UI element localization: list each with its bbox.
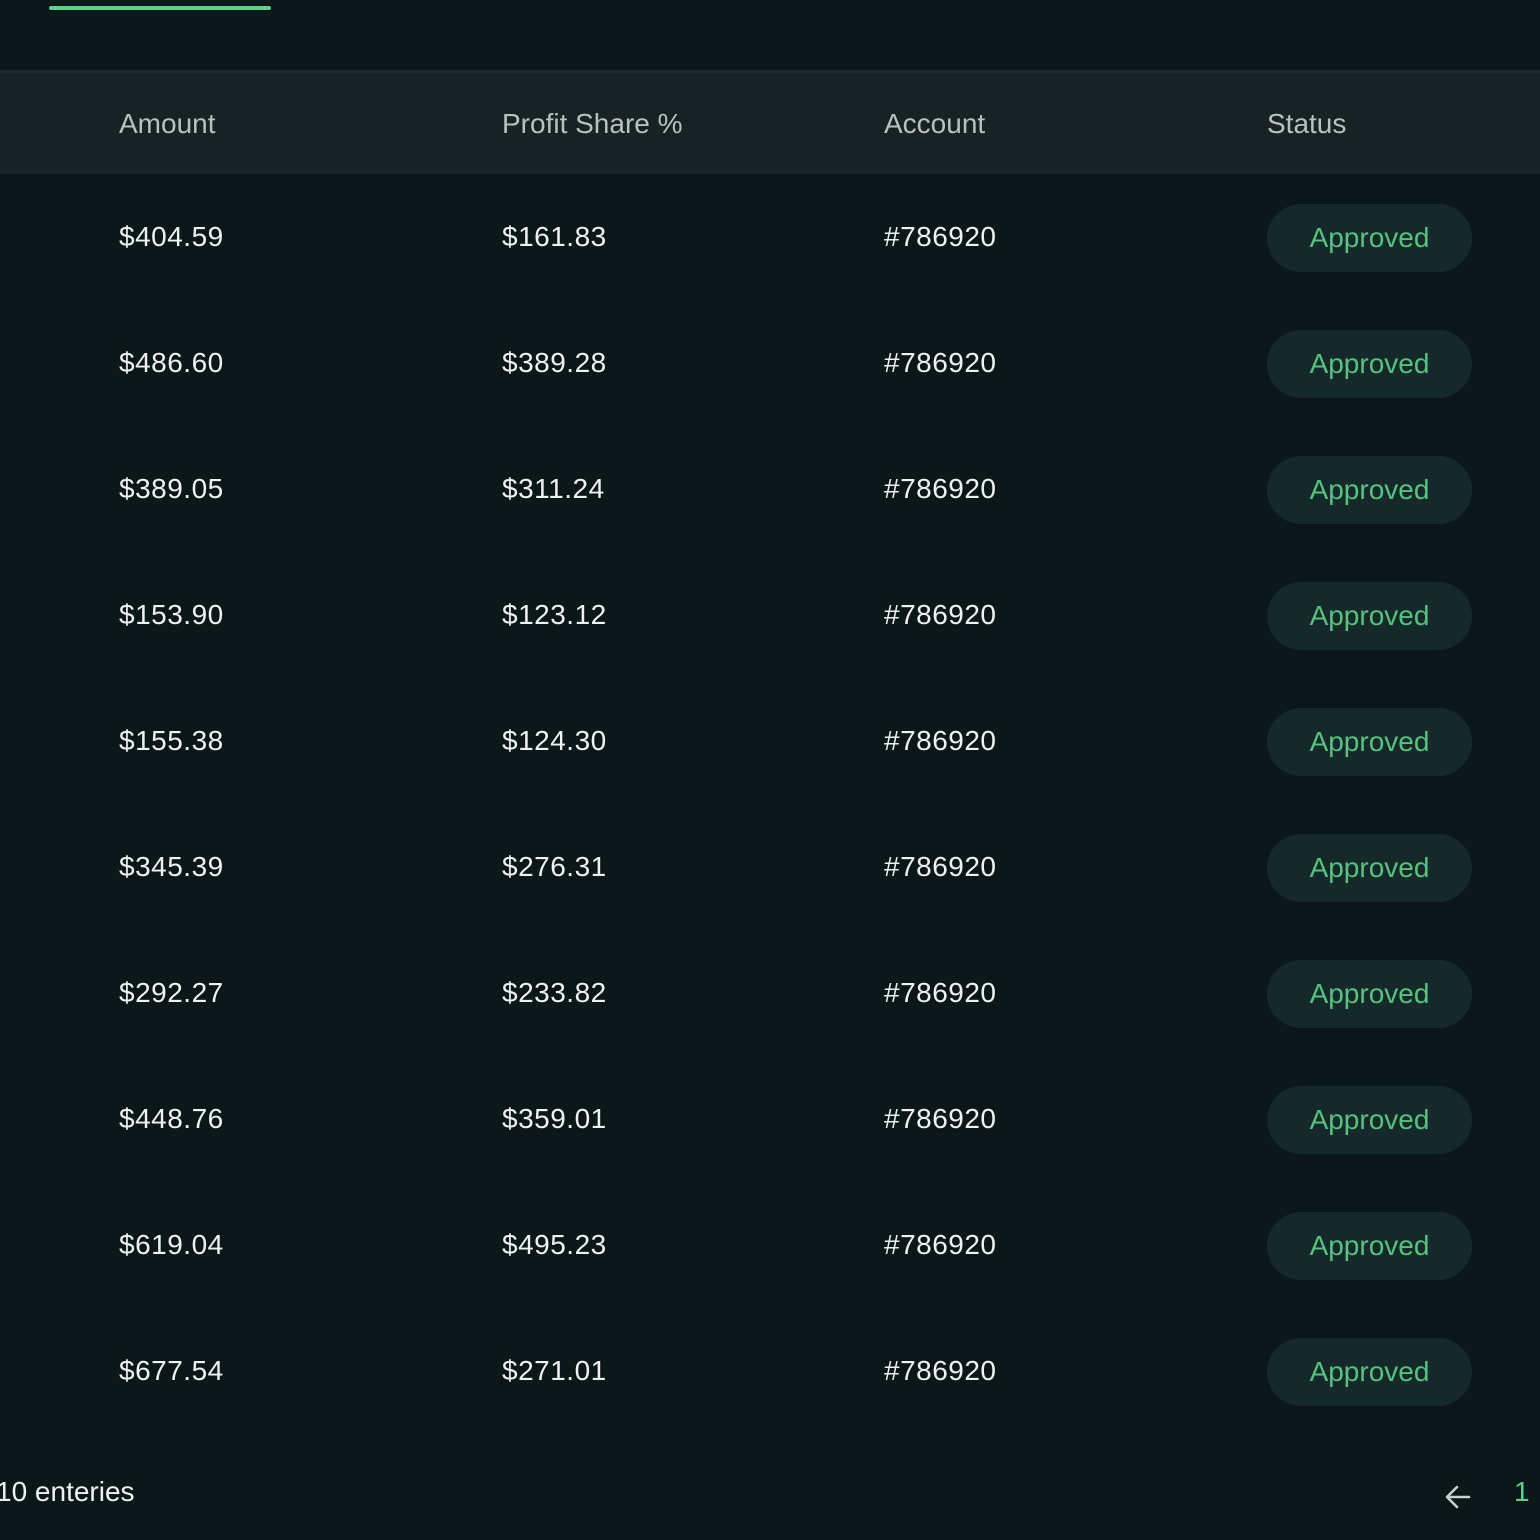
table-row: $619.04 $495.23 #786920 Approved <box>0 1182 1540 1308</box>
header-status: Status <box>1267 108 1347 139</box>
status-badge: Approved <box>1267 1212 1472 1280</box>
header-profit-share: Profit Share % <box>502 108 683 139</box>
amount-cell: $292.27 <box>119 977 224 1008</box>
account-cell: #786920 <box>884 725 997 756</box>
table-row: $389.05 $311.24 #786920 Approved <box>0 426 1540 552</box>
table-body: $404.59 $161.83 #786920 Approved $486.60… <box>0 174 1540 1434</box>
table-row: $155.38 $124.30 #786920 Approved <box>0 678 1540 804</box>
previous-page-button[interactable] <box>1440 1479 1476 1515</box>
profit-share-cell: $233.82 <box>502 977 607 1008</box>
account-cell: #786920 <box>884 473 997 504</box>
account-cell: #786920 <box>884 599 997 630</box>
account-cell: #786920 <box>884 1355 997 1386</box>
table-row: $677.54 $271.01 #786920 Approved <box>0 1308 1540 1434</box>
transactions-page: Amount Profit Share % Account Status $40… <box>0 0 1540 1540</box>
profit-share-cell: $311.24 <box>502 473 605 504</box>
entries-count: 10 enteries <box>0 1476 135 1507</box>
account-cell: #786920 <box>884 977 997 1008</box>
amount-cell: $677.54 <box>119 1355 224 1386</box>
account-cell: #786920 <box>884 347 997 378</box>
table-row: $404.59 $161.83 #786920 Approved <box>0 174 1540 300</box>
table-row: $486.60 $389.28 #786920 Approved <box>0 300 1540 426</box>
amount-cell: $345.39 <box>119 851 224 882</box>
status-badge: Approved <box>1267 456 1472 524</box>
profit-share-cell: $495.23 <box>502 1229 607 1260</box>
amount-cell: $619.04 <box>119 1229 224 1260</box>
account-cell: #786920 <box>884 221 997 252</box>
table-row: $448.76 $359.01 #786920 Approved <box>0 1056 1540 1182</box>
status-badge: Approved <box>1267 204 1472 272</box>
profit-share-cell: $123.12 <box>502 599 607 630</box>
status-badge: Approved <box>1267 1086 1472 1154</box>
profit-share-cell: $161.83 <box>502 221 607 252</box>
account-cell: #786920 <box>884 1103 997 1134</box>
amount-cell: $486.60 <box>119 347 224 378</box>
table-header: Amount Profit Share % Account Status <box>0 73 1540 174</box>
table-row: $345.39 $276.31 #786920 Approved <box>0 804 1540 930</box>
table-row: $292.27 $233.82 #786920 Approved <box>0 930 1540 1056</box>
status-badge: Approved <box>1267 582 1472 650</box>
profit-share-cell: $276.31 <box>502 851 607 882</box>
amount-cell: $153.90 <box>119 599 224 630</box>
arrow-left-icon <box>1445 1485 1471 1509</box>
page-number-current[interactable]: 1 <box>1514 1476 1530 1508</box>
header-amount: Amount <box>119 108 216 139</box>
profit-share-cell: $359.01 <box>502 1103 607 1134</box>
amount-cell: $448.76 <box>119 1103 224 1134</box>
status-badge: Approved <box>1267 834 1472 902</box>
table-row: $153.90 $123.12 #786920 Approved <box>0 552 1540 678</box>
active-tab-indicator <box>49 6 271 10</box>
header-account: Account <box>884 108 986 139</box>
account-cell: #786920 <box>884 851 997 882</box>
status-badge: Approved <box>1267 330 1472 398</box>
status-badge: Approved <box>1267 708 1472 776</box>
profit-share-cell: $389.28 <box>502 347 607 378</box>
amount-cell: $404.59 <box>119 221 224 252</box>
account-cell: #786920 <box>884 1229 997 1260</box>
profit-share-cell: $124.30 <box>502 725 607 756</box>
status-badge: Approved <box>1267 1338 1472 1406</box>
amount-cell: $389.05 <box>119 473 224 504</box>
status-badge: Approved <box>1267 960 1472 1028</box>
profit-share-cell: $271.01 <box>502 1355 607 1386</box>
amount-cell: $155.38 <box>119 725 224 756</box>
